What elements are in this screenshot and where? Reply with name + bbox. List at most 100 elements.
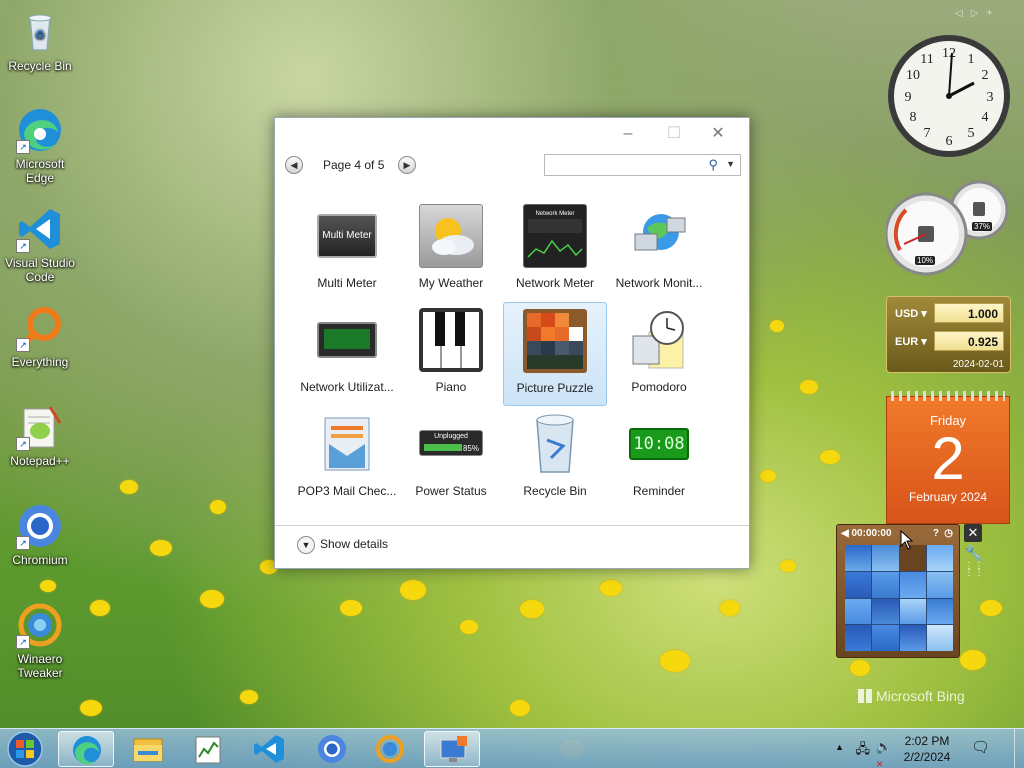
page-label: Page 4 of 5 (323, 158, 385, 172)
clock[interactable]: 2:02 PM 2/2/2024 (902, 733, 952, 765)
minimize-button[interactable]: – (613, 123, 643, 145)
search-dropdown-icon[interactable]: ▼ (726, 159, 735, 169)
volume-muted-icon[interactable]: 🔈✕ (876, 739, 892, 768)
tray-overflow-icon[interactable]: ▲ (835, 742, 844, 752)
svg-text:Network Meter: Network Meter (535, 211, 574, 217)
gadget-label: POP3 Mail Chec... (297, 484, 397, 498)
power-percent: 85% (462, 444, 479, 453)
gadget-label: Recycle Bin (523, 484, 587, 498)
gadget-item[interactable]: Piano (399, 302, 503, 406)
recycle-bin-icon (523, 412, 587, 476)
gadget-label: Picture Puzzle (516, 381, 594, 395)
taskbar-winaero[interactable] (362, 731, 418, 767)
currency-value: 0.925 (934, 331, 1004, 351)
gadget-options-icon[interactable]: 🔧 (964, 544, 983, 562)
battery-icon: Unplugged 85% (419, 412, 483, 476)
gadgets-icon (440, 736, 467, 762)
navigation-row: ◀ Page 4 of 5 ▶ ⚲ ▼ (285, 154, 741, 176)
reminder-digits: 10:08 (629, 428, 689, 460)
file-explorer-icon (133, 738, 163, 762)
desktop-icon-chromium[interactable]: ↗ Chromium (0, 502, 80, 567)
weather-icon (419, 204, 483, 268)
cpu-percent: 10% (915, 256, 936, 265)
gadget-item[interactable]: Unplugged 85% Power Status (399, 406, 503, 510)
currency-date: 2024-02-01 (952, 359, 1004, 370)
svg-text:12: 12 (942, 46, 956, 61)
desktop-icon-vscode[interactable]: ↗ Visual Studio Code (0, 205, 80, 284)
desktop-icon-label: Recycle Bin (8, 59, 72, 73)
taskbar-edge[interactable] (58, 731, 114, 767)
puzzle-timer: ◀ 00:00:00 ? ◷ (841, 528, 955, 542)
prev-page-button[interactable]: ◀ (285, 156, 303, 174)
gadget-label: Network Monit... (615, 276, 703, 290)
cpu-meter-gadget[interactable]: 10% 37% (884, 180, 1012, 276)
gadget-item[interactable]: Network Meter Network Meter (503, 198, 607, 302)
watermark-text: Microsoft Bing (876, 688, 965, 704)
taskbar-gadgets[interactable] (424, 731, 480, 767)
search-box[interactable]: ⚲ ▼ (544, 154, 741, 176)
maximize-button[interactable]: ☐ (659, 123, 689, 145)
desktop-icon-recycle-bin[interactable]: ♻ Recycle Bin (0, 8, 80, 73)
calendar-rings (891, 391, 1005, 401)
notepad-chart-icon (195, 736, 221, 764)
notification-icon[interactable]: 🗨 (971, 738, 990, 756)
desktop-icon-label: Winaero Tweaker (17, 652, 63, 680)
desktop-icon-label: Everything (11, 355, 69, 369)
desktop-icon-everything[interactable]: ↗ Everything (0, 304, 80, 369)
dialog-footer: ▼ Show details (275, 525, 749, 569)
taskbar-chromium[interactable] (304, 731, 360, 767)
calendar-day: 2 (931, 425, 965, 492)
calendar-gadget[interactable]: Friday 2 February 2024 (886, 391, 1010, 524)
close-button[interactable]: ✕ (703, 123, 733, 145)
picture-puzzle-gadget[interactable]: ◀ 00:00:00 ? ◷ (836, 524, 960, 658)
bing-watermark: Microsoft Bing (858, 688, 965, 704)
gadget-label: My Weather (418, 276, 484, 290)
clock-gadget[interactable]: 12 1 2 3 4 5 6 7 8 9 10 11 (886, 33, 1012, 159)
gadget-item[interactable]: Recycle Bin (503, 406, 607, 510)
gadget-item[interactable]: Multi Meter Multi Meter (295, 198, 399, 302)
notepadpp-icon: ↗ (16, 403, 64, 451)
gadget-item[interactable]: Network Monit... (607, 198, 711, 302)
taskbar-vscode[interactable] (242, 731, 298, 767)
network-icon[interactable]: 🖧 (856, 740, 871, 762)
gadget-item[interactable]: POP3 Mail Chec... (295, 406, 399, 510)
puzzle-back-icon[interactable]: ◀ (841, 528, 849, 539)
puzzle-board[interactable] (845, 545, 953, 651)
svg-text:4: 4 (982, 110, 989, 125)
start-button[interactable] (6, 731, 44, 767)
gadget-item[interactable]: Pomodoro (607, 302, 711, 406)
gadget-label: Network Utilizat... (300, 380, 394, 394)
search-icon[interactable]: ⚲ (708, 157, 718, 173)
gadget-toolbar: ✕ 🔧 ⋮⋮ ⋮⋮ (964, 524, 984, 578)
puzzle-pause-icon[interactable]: ◷ (944, 528, 953, 539)
gadget-drag-icon[interactable]: ⋮⋮ ⋮⋮ (964, 562, 984, 578)
show-details-button[interactable]: ▼ Show details (297, 536, 388, 554)
desktop-icon-label: Visual Studio Code (5, 256, 75, 284)
search-input[interactable] (549, 156, 699, 174)
next-page-button[interactable]: ▶ (398, 156, 416, 174)
sidebar-add-icon[interactable]: + (986, 8, 1000, 19)
svg-text:5: 5 (968, 126, 975, 141)
chevron-down-icon: ▼ (297, 536, 315, 554)
taskbar-notepad[interactable] (180, 731, 236, 767)
winaero-icon (376, 735, 404, 763)
desktop-icon-winaero[interactable]: ↗ Winaero Tweaker (0, 601, 80, 680)
gadget-item-selected[interactable]: Picture Puzzle (503, 302, 607, 406)
multi-meter-icon: Multi Meter (315, 204, 379, 268)
taskbar-file-explorer[interactable] (120, 731, 176, 767)
currency-gadget[interactable]: USD ▾ 1.000 EUR ▾ 0.925 2024-02-01 (886, 296, 1011, 373)
puzzle-help-icon[interactable]: ? (933, 528, 939, 539)
svg-text:1: 1 (968, 52, 975, 67)
chromium-icon (318, 735, 346, 763)
network-meter-icon: Network Meter (523, 204, 587, 268)
sidebar-prev-icon[interactable]: ◁ (955, 8, 971, 19)
desktop-icon-edge[interactable]: ↗ Microsoft Edge (0, 106, 80, 185)
desktop-icon-notepadpp[interactable]: ↗ Notepad++ (0, 403, 80, 468)
gadget-item[interactable]: My Weather (399, 198, 503, 302)
sidebar-next-icon[interactable]: ▷ (971, 8, 987, 19)
puzzle-timer-text: 00:00:00 (851, 528, 892, 539)
gadget-close-icon[interactable]: ✕ (964, 524, 982, 542)
show-desktop-button[interactable] (1014, 729, 1024, 768)
gadget-item[interactable]: Network Utilizat... (295, 302, 399, 406)
gadget-item[interactable]: 10:08 Reminder (607, 406, 711, 510)
